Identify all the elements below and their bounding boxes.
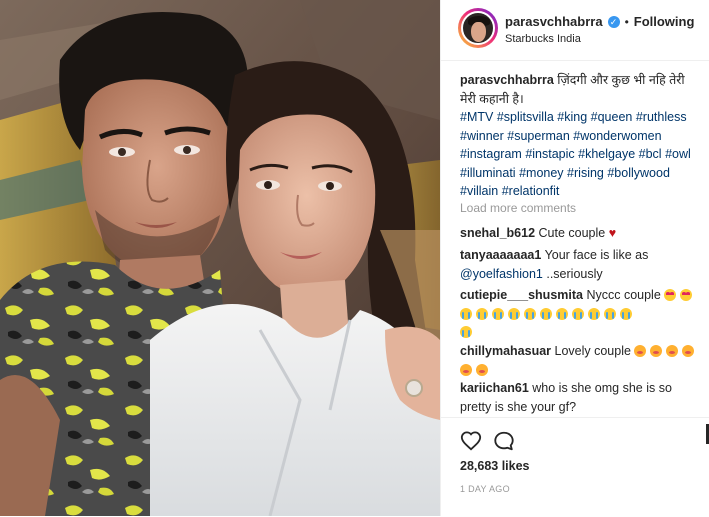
header-separator: • (624, 14, 629, 29)
post-side-panel: parasvchhabrra ✓ • Following Starbucks I… (440, 0, 709, 516)
flushed-face-emoji-icon (650, 345, 663, 357)
comment-text: Nyccc couple (582, 288, 661, 302)
hashtag-link[interactable]: #bcl (639, 147, 662, 161)
flushed-face-emoji-icon (666, 345, 679, 357)
post-header: parasvchhabrra ✓ • Following Starbucks I… (441, 0, 709, 61)
flushed-face-emoji-icon (682, 345, 695, 357)
load-more-comments-link[interactable]: Load more comments (460, 201, 576, 215)
mention-link[interactable]: @yoelfashion1 (460, 267, 543, 281)
comment-item: chillymahasuar Lovely couple (460, 342, 705, 379)
heart-outline-icon[interactable] (460, 430, 482, 452)
comment-item: kariichan61 who is she omg she is so pre… (460, 379, 705, 416)
comment-text: Lovely couple (551, 344, 631, 358)
hashtag-link[interactable]: #splitsvilla (497, 110, 554, 124)
crying-face-emoji-icon (572, 307, 584, 320)
hashtag-link[interactable]: #superman (507, 129, 570, 143)
crying-face-emoji-icon (604, 307, 616, 320)
couple-selfie-image (0, 0, 440, 516)
heart-eyes-emoji-icon (664, 289, 677, 301)
instagram-post: parasvchhabrra ✓ • Following Starbucks I… (0, 0, 709, 516)
comment-username[interactable]: cutiepie___shusmita (460, 288, 583, 302)
header-username-row: parasvchhabrra ✓ • Following (505, 14, 694, 29)
comment-username[interactable]: snehal_b612 (460, 226, 535, 240)
hashtag-link[interactable]: #rising (567, 166, 604, 180)
crying-face-emoji-icon (508, 307, 520, 320)
hashtag-link[interactable]: #wonderwomen (573, 129, 661, 143)
post-location[interactable]: Starbucks India (505, 33, 581, 45)
crying-face-emoji-icon (460, 326, 472, 338)
hashtag-link[interactable]: #winner (460, 129, 504, 143)
header-username[interactable]: parasvchhabrra (505, 14, 603, 29)
post-actions: 28,683 likes 1 DAY AGO (441, 417, 709, 517)
likes-count[interactable]: 28,683 likes (460, 459, 530, 473)
hashtag-link[interactable]: #illuminati (460, 166, 516, 180)
hashtag-link[interactable]: #khelgaye (578, 147, 635, 161)
hashtag-link[interactable]: #villain (460, 184, 498, 198)
avatar-face (471, 22, 486, 42)
heart-eyes-emoji-icon (680, 289, 693, 301)
comment-text-continued: ..seriously (542, 266, 603, 281)
flushed-face-emoji-icon (460, 363, 472, 376)
post-timestamp[interactable]: 1 DAY AGO (460, 484, 510, 494)
comment-item: tanyaaaaaaa1 Your face is like as @yoelf… (460, 246, 705, 283)
comments-section[interactable]: parasvchhabrra ज़िंदगी और कुछ भी नहि तेर… (441, 61, 709, 417)
hashtag-link[interactable]: #ruthless (636, 110, 687, 124)
hashtag-link[interactable]: #instapic (525, 147, 574, 161)
flushed-face-emoji-icon (476, 363, 488, 376)
crying-face-emoji-icon (620, 307, 632, 320)
comment-username[interactable]: kariichan61 (460, 381, 529, 395)
caption-username[interactable]: parasvchhabrra (460, 73, 554, 87)
flushed-face-emoji-icon (634, 345, 647, 357)
hashtag-link[interactable]: #money (519, 166, 563, 180)
comment-username[interactable]: chillymahasuar (460, 344, 551, 358)
red-heart-emoji: ♥ (608, 226, 617, 240)
crying-face-emoji-icon (540, 307, 552, 320)
crying-face-emoji-icon (476, 307, 488, 320)
hashtag-link[interactable]: #instagram (460, 147, 522, 161)
comment-bubble-icon[interactable] (493, 430, 515, 452)
following-button[interactable]: Following (634, 14, 695, 29)
hashtag-link[interactable]: #bollywood (607, 166, 670, 180)
hashtag-link[interactable]: #owl (665, 147, 691, 161)
crying-face-emoji-icon (524, 307, 536, 320)
hashtag-link[interactable]: #queen (591, 110, 633, 124)
comment-username[interactable]: tanyaaaaaaa1 (460, 248, 541, 262)
comment-item: cutiepie___shusmita Nyccc couple (460, 286, 705, 342)
hashtag-link[interactable]: #relationfit (502, 184, 560, 198)
post-photo[interactable] (0, 0, 440, 516)
comment-text: Cute couple (535, 226, 609, 240)
crying-face-emoji-icon (492, 307, 504, 320)
comment-item: snehal_b612 Cute couple ♥ (460, 224, 705, 243)
post-caption: parasvchhabrra ज़िंदगी और कुछ भी नहि तेर… (460, 71, 703, 201)
avatar[interactable] (461, 11, 495, 45)
verified-badge-icon: ✓ (607, 15, 620, 28)
hashtag-link[interactable]: #king (557, 110, 587, 124)
crying-face-emoji-icon (460, 307, 472, 320)
comment-text: Your face is like as (541, 248, 649, 262)
avatar-story-ring[interactable] (458, 8, 498, 48)
crying-face-emoji-icon (556, 307, 568, 320)
hashtag-link[interactable]: #MTV (460, 110, 493, 124)
crying-face-emoji-icon (588, 307, 600, 320)
